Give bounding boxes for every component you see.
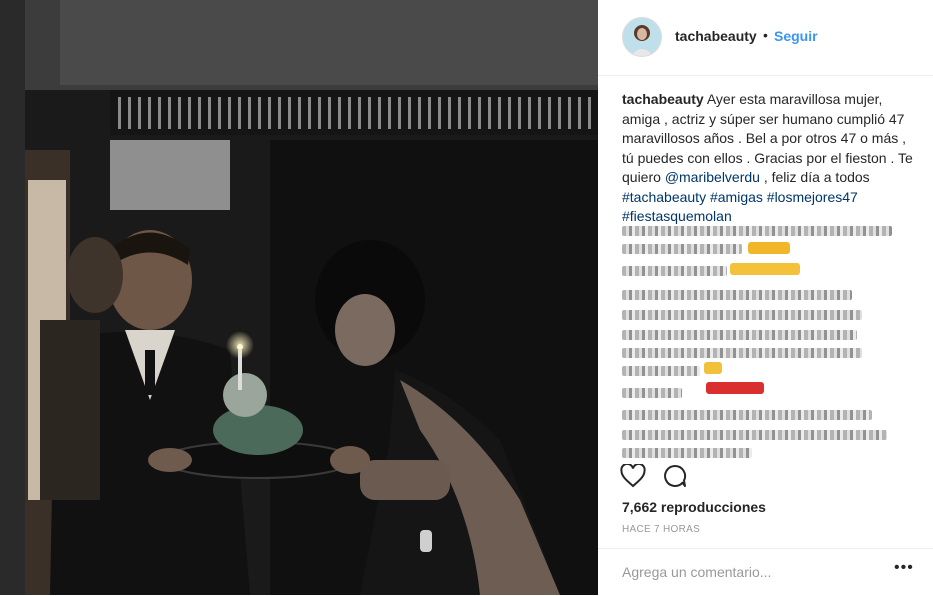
header-username[interactable]: tachabeauty xyxy=(675,28,757,44)
view-count: 7,662 reproducciones xyxy=(622,499,766,515)
obscured-comment-line xyxy=(622,448,752,458)
caption-text-2: , feliz día a todos xyxy=(759,169,870,185)
obscured-emoji xyxy=(730,263,800,275)
obscured-comment-line xyxy=(622,330,857,340)
obscured-comment-line xyxy=(622,266,727,276)
obscured-emoji xyxy=(704,362,722,374)
obscured-comment-line xyxy=(622,290,852,300)
hashtag[interactable]: #fiestasquemolan xyxy=(622,208,732,224)
caption-mention[interactable]: @maribelverdu xyxy=(665,169,760,185)
post-panel: tachabeauty • Seguir tachabeauty Ayer es… xyxy=(598,0,933,595)
comment-input[interactable] xyxy=(622,563,877,581)
more-options-icon[interactable]: ••• xyxy=(894,559,914,577)
hashtag[interactable]: #losmejores47 xyxy=(767,189,858,205)
obscured-comment-line xyxy=(622,388,682,398)
heart-icon[interactable] xyxy=(620,462,646,493)
obscured-comment-line xyxy=(622,430,887,440)
obscured-comment-line xyxy=(622,244,742,254)
comment-icon[interactable] xyxy=(662,464,688,493)
obscured-comment-line xyxy=(622,410,872,420)
obscured-comment-line xyxy=(622,226,892,236)
post-header: tachabeauty • Seguir xyxy=(598,0,933,76)
post-video[interactable] xyxy=(0,0,598,595)
post-caption: tachabeauty Ayer esta maravillosa mujer,… xyxy=(622,90,914,227)
comment-form: ••• xyxy=(598,548,933,596)
obscured-emoji xyxy=(706,382,764,394)
hashtag[interactable]: #amigas xyxy=(710,189,763,205)
avatar-image xyxy=(623,18,661,56)
post-timestamp[interactable]: HACE 7 HORAS xyxy=(622,524,700,535)
hashtag[interactable]: #tachabeauty xyxy=(622,189,706,205)
avatar[interactable] xyxy=(622,17,662,57)
video-frame xyxy=(0,0,598,595)
header-separator: • xyxy=(763,27,768,43)
obscured-comment-line xyxy=(622,348,862,358)
obscured-emoji xyxy=(748,242,790,254)
obscured-comment-line xyxy=(622,310,862,320)
caption-username[interactable]: tachabeauty xyxy=(622,91,704,107)
follow-button[interactable]: Seguir xyxy=(774,28,818,44)
obscured-comment-line xyxy=(622,366,700,376)
